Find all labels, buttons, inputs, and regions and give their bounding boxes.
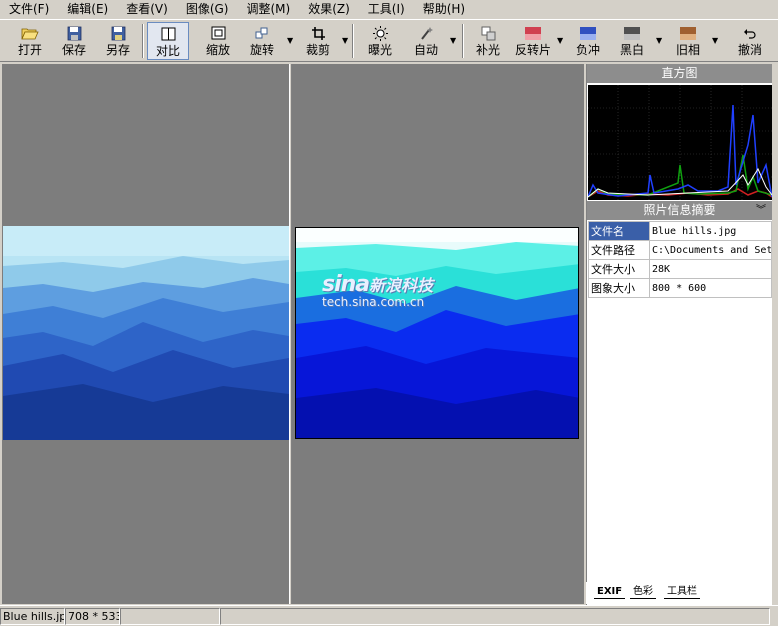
sepia-button[interactable]: 旧相 [670,22,706,60]
original-image-pane[interactable] [2,64,289,604]
processed-image-pane[interactable] [292,64,584,604]
menu-effects[interactable]: 效果(Z) [299,0,359,18]
histogram-title: 直方图 [587,64,772,83]
menu-edit[interactable]: 编辑(E) [58,0,117,18]
menu-help[interactable]: 帮助(H) [414,0,474,18]
menu-file[interactable]: 文件(F) [0,0,58,18]
photo-info-title: 照片信息摘要 ︾ [587,201,772,220]
open-button[interactable]: 打开 [12,22,48,60]
rotate-button[interactable]: 旋转 [244,22,280,60]
status-dimensions: 708 * 533 [65,608,120,625]
toolbar: 打开 保存 另存 对比 缩放 旋转 ▼ 裁剪 ▼ 曝光 自动 ▼ 补光 反转片 … [0,19,778,62]
negative-icon [578,24,598,42]
save-as-icon [108,24,128,42]
menu-adjust[interactable]: 调整(M) [237,0,299,18]
black-white-button[interactable]: 黑白 [614,22,650,60]
negative-button[interactable]: 负冲 [570,22,606,60]
magic-wand-icon [416,24,436,42]
side-panel-tabs: EXIF 色彩 工具栏 [586,582,772,604]
info-row[interactable]: 图象大小 800 * 600 [588,278,772,298]
invert-dropdown-arrow[interactable]: ▼ [557,36,563,45]
processed-photo [295,227,579,439]
toolbar-separator [142,24,144,58]
compare-icon [158,25,178,43]
info-row[interactable]: 文件路径 C:\Documents and Set [588,240,772,260]
auto-button[interactable]: 自动 [408,22,444,60]
sepia-dropdown-arrow[interactable]: ▼ [712,36,718,45]
toolbar-separator [352,24,354,58]
compare-button[interactable]: 对比 [147,22,189,60]
crop-button[interactable]: 裁剪 [300,22,336,60]
exposure-button[interactable]: 曝光 [362,22,398,60]
undo-icon [740,24,760,42]
auto-dropdown-arrow[interactable]: ▼ [450,36,456,45]
info-row[interactable]: 文件名 Blue hills.jpg [588,221,772,241]
zoom-button[interactable]: 缩放 [200,22,236,60]
black-white-icon [622,24,642,42]
tab-color[interactable]: 色彩 [630,585,656,599]
menu-view[interactable]: 查看(V) [117,0,177,18]
save-as-button[interactable]: 另存 [100,22,136,60]
invert-film-icon [523,24,543,42]
side-panel: 直方图 照片信息摘要 ︾ 文件名 Blue hills.jpg 文件路径 C:\… [586,64,773,605]
exposure-icon [370,24,390,42]
sina-watermark: sina新浪科技 tech.sina.com.cn [322,272,434,309]
save-button[interactable]: 保存 [56,22,92,60]
rotate-dropdown-arrow[interactable]: ▼ [287,36,293,45]
status-bar: Blue hills.jpg 708 * 533 [0,605,778,626]
menu-bar: 文件(F) 编辑(E) 查看(V) 图像(G) 调整(M) 效果(Z) 工具(I… [0,0,778,18]
info-row[interactable]: 文件大小 28K [588,259,772,279]
status-empty-cell [120,608,220,625]
tab-exif[interactable]: EXIF [594,585,626,599]
bw-dropdown-arrow[interactable]: ▼ [656,36,662,45]
folder-open-icon [20,24,40,42]
original-photo [3,226,289,440]
fill-light-button[interactable]: 补光 [470,22,506,60]
rotate-icon [252,24,272,42]
undo-button[interactable]: 撤消 [734,22,766,60]
histogram-chart [587,85,773,200]
status-progress-cell [220,608,770,625]
sepia-icon [678,24,698,42]
collapse-chevron-icon[interactable]: ︾ [756,201,766,220]
invert-film-button[interactable]: 反转片 [512,22,554,60]
menu-tools[interactable]: 工具(I) [359,0,414,18]
zoom-icon [208,24,228,42]
status-filename: Blue hills.jpg [0,608,65,625]
tab-toolbar[interactable]: 工具栏 [664,585,700,599]
photo-info-table: 文件名 Blue hills.jpg 文件路径 C:\Documents and… [588,221,772,298]
menu-image[interactable]: 图像(G) [177,0,238,18]
floppy-disk-icon [64,24,84,42]
crop-icon [308,24,328,42]
side-scrollbar[interactable] [772,64,778,605]
toolbar-separator [462,24,464,58]
fill-light-icon [478,24,498,42]
crop-dropdown-arrow[interactable]: ▼ [342,36,348,45]
